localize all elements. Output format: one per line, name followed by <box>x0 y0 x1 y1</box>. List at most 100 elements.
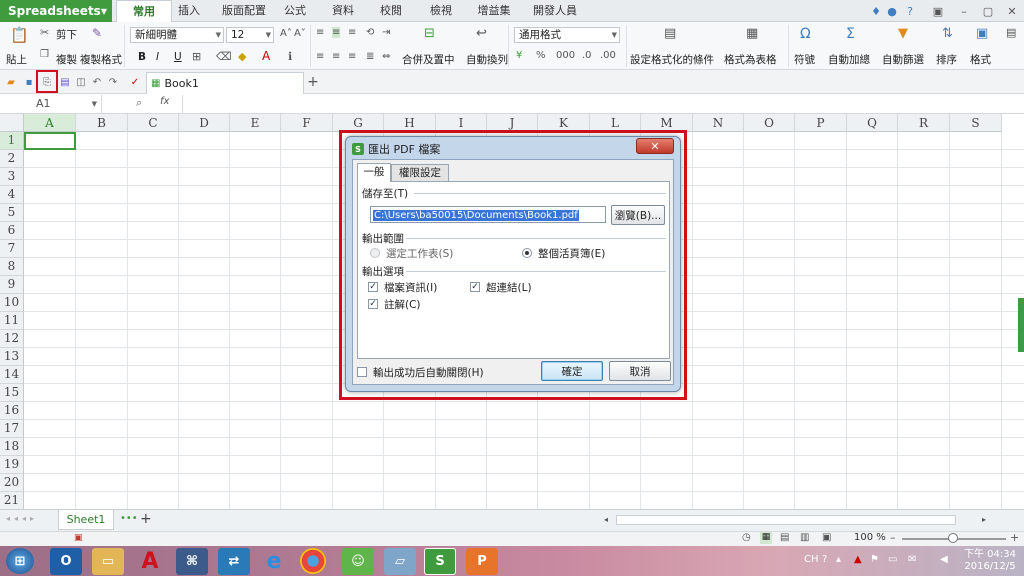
copy-button[interactable]: 複製 <box>56 52 77 67</box>
tab-formulas[interactable]: 公式 <box>280 0 310 22</box>
merge-center-button[interactable]: 合併及置中 <box>402 52 455 67</box>
more-sheets-icon[interactable]: ••• <box>120 513 138 524</box>
tab-developer[interactable]: 開發人員 <box>526 0 584 22</box>
tab-review[interactable]: 校閱 <box>376 0 406 22</box>
format-button[interactable]: 格式 <box>970 52 991 67</box>
column-header-o[interactable]: O <box>744 114 795 132</box>
phonetic-icon[interactable]: ℹ <box>288 50 292 63</box>
column-header-a[interactable]: A <box>24 114 76 132</box>
browse-button[interactable]: 瀏覽(B)... <box>611 205 665 225</box>
row-header-11[interactable]: 11 <box>0 312 24 330</box>
zoom-out-icon[interactable]: – <box>890 531 896 544</box>
sql-icon[interactable]: ⌘ <box>176 548 208 575</box>
presentation-icon[interactable]: P <box>466 548 498 575</box>
borders-icon[interactable]: ⊞ <box>192 50 201 63</box>
underline-button[interactable]: U <box>174 51 182 63</box>
flag-icon[interactable]: ⚑ <box>870 554 879 565</box>
maximize-icon[interactable]: ▢ <box>980 3 996 19</box>
scroll-left-icon[interactable]: ◂ <box>604 515 608 524</box>
sheet-tab-sheet1[interactable]: Sheet1 <box>58 510 114 530</box>
app-menu-button[interactable]: Spreadsheets ▼ <box>0 0 112 22</box>
column-header-c[interactable]: C <box>128 114 179 132</box>
user-icon[interactable]: ● <box>884 3 900 19</box>
sheet-nav-arrows-icon[interactable]: ◂◂◂▸ <box>6 514 38 523</box>
radio-selected-sheet[interactable] <box>370 248 380 258</box>
outlook-icon[interactable]: O <box>50 548 82 575</box>
row-header-4[interactable]: 4 <box>0 186 24 204</box>
active-cell[interactable] <box>24 132 76 150</box>
align-middle-icon[interactable]: ≡ <box>332 27 341 38</box>
select-all-corner[interactable] <box>0 114 24 132</box>
sort-button[interactable]: 排序 <box>936 52 957 67</box>
distribute-icon[interactable]: ⇔ <box>382 51 390 62</box>
clear-format-icon[interactable]: ⌫ <box>216 50 232 63</box>
volume-icon[interactable]: ◀ <box>940 554 948 565</box>
horizontal-scrollbar[interactable] <box>616 515 956 525</box>
cancel-button[interactable]: 取消 <box>609 361 671 381</box>
tab-addins[interactable]: 增益集 <box>472 0 516 22</box>
column-header-f[interactable]: F <box>281 114 333 132</box>
row-header-15[interactable]: 15 <box>0 384 24 402</box>
tab-home[interactable]: 常用 <box>116 0 172 23</box>
macro-icon[interactable]: ▣ <box>74 533 83 543</box>
column-header-q[interactable]: Q <box>847 114 898 132</box>
tab-permissions[interactable]: 權限設定 <box>391 164 449 182</box>
column-header-r[interactable]: R <box>898 114 950 132</box>
side-panel-handle[interactable] <box>1018 298 1024 352</box>
row-header-9[interactable]: 9 <box>0 276 24 294</box>
spreadsheets-taskbar-icon[interactable]: S <box>424 548 456 575</box>
alert-icon[interactable]: ▲ <box>854 554 862 565</box>
add-sheet-icon[interactable]: + <box>140 511 152 527</box>
clock[interactable]: 下午 04:34 2016/12/5 <box>962 549 1018 573</box>
column-header-n[interactable]: N <box>693 114 744 132</box>
tray-expand-icon[interactable]: ▴ <box>836 554 841 565</box>
indent-icon[interactable]: ⇥ <box>382 27 390 38</box>
autosum-button[interactable]: 自動加總 <box>828 52 870 67</box>
text-direction-icon[interactable]: ⟲ <box>366 27 374 38</box>
reading-view-icon[interactable]: ▣ <box>822 532 831 543</box>
tab-view[interactable]: 檢視 <box>426 0 456 22</box>
internet-explorer-icon[interactable]: e <box>258 548 290 575</box>
help-icon[interactable]: ? <box>902 3 918 19</box>
file-explorer-icon[interactable]: ▭ <box>92 548 124 575</box>
row-header-20[interactable]: 20 <box>0 474 24 492</box>
align-bottom-icon[interactable]: ≡ <box>348 27 356 38</box>
wrap-text-button[interactable]: 自動換列 <box>466 52 508 67</box>
save-icon[interactable]: ▪ <box>22 75 36 89</box>
function-button[interactable]: fx <box>160 96 169 107</box>
spell-check-icon[interactable]: ✓ <box>128 75 142 89</box>
bold-button[interactable]: B <box>138 51 146 63</box>
close-icon[interactable]: ✕ <box>1004 3 1020 19</box>
formula-input[interactable] <box>182 95 1024 113</box>
undo-icon[interactable]: ↶ <box>90 75 104 89</box>
tab-data[interactable]: 資料 <box>328 0 358 22</box>
teamviewer-icon[interactable]: ⇄ <box>218 548 250 575</box>
align-right-icon[interactable]: ≡ <box>348 51 356 62</box>
shirt-icon[interactable]: ♦ <box>868 3 884 19</box>
network-icon[interactable]: ▭ <box>888 554 897 565</box>
print-preview-icon[interactable]: ◫ <box>74 75 88 89</box>
comma-icon[interactable]: 000 <box>556 50 575 61</box>
row-header-10[interactable]: 10 <box>0 294 24 312</box>
paste-button[interactable]: 貼上 <box>6 52 27 67</box>
row-header-1[interactable]: 1 <box>0 132 24 150</box>
wechat-icon[interactable]: ☺ <box>342 548 374 575</box>
more-icon[interactable]: ▤ <box>1006 26 1016 39</box>
conditional-format-button[interactable]: 設定格式化的條件 <box>630 52 714 67</box>
row-header-13[interactable]: 13 <box>0 348 24 366</box>
scroll-right-icon[interactable]: ▸ <box>982 515 986 524</box>
format-as-table-button[interactable]: 格式為表格 <box>724 52 777 67</box>
input-method-indicator[interactable]: CH <box>804 554 819 565</box>
decrease-font-icon[interactable]: A˅ <box>294 28 306 39</box>
tab-page-layout[interactable]: 版面配置 <box>222 0 266 22</box>
name-box[interactable]: A1 ▼ <box>0 95 102 113</box>
zoom-in-icon[interactable]: + <box>1010 531 1019 544</box>
align-center-icon[interactable]: ≡ <box>332 51 340 62</box>
start-button[interactable]: ⊞ <box>6 548 34 574</box>
currency-icon[interactable]: ¥ <box>516 50 522 61</box>
row-header-14[interactable]: 14 <box>0 366 24 384</box>
page-break-view-icon[interactable]: ▤ <box>780 532 789 543</box>
print-icon[interactable]: ▤ <box>58 75 72 89</box>
column-header-d[interactable]: D <box>179 114 230 132</box>
align-left-icon[interactable]: ≡ <box>316 51 324 62</box>
